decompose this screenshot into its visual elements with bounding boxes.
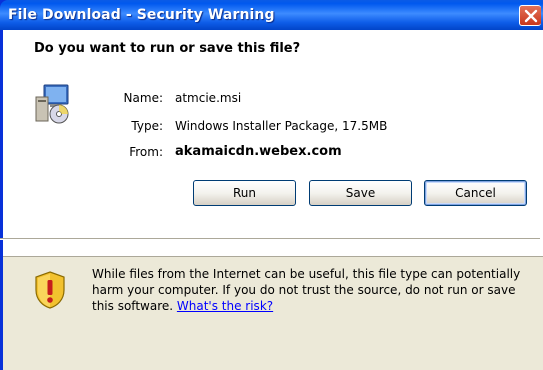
type-value: Windows Installer Package, 17.5MB xyxy=(175,119,388,133)
name-value: atmcie.msi xyxy=(175,91,242,105)
title-bar[interactable]: File Download - Security Warning xyxy=(0,0,543,30)
name-label: Name: xyxy=(123,91,163,105)
window-title: File Download - Security Warning xyxy=(8,7,275,23)
shield-warning-icon xyxy=(33,270,67,313)
run-button[interactable]: Run xyxy=(193,180,296,206)
installer-package-icon xyxy=(34,83,72,128)
from-value: akamaicdn.webex.com xyxy=(175,144,342,159)
whats-the-risk-link[interactable]: What's the risk? xyxy=(177,299,273,313)
close-button[interactable] xyxy=(519,5,541,26)
dialog-question: Do you want to run or save this file? xyxy=(34,41,301,56)
type-label: Type: xyxy=(131,119,163,133)
save-button[interactable]: Save xyxy=(309,180,412,206)
from-label: From: xyxy=(129,145,163,159)
section-divider-highlight xyxy=(0,239,540,240)
cancel-button[interactable]: Cancel xyxy=(424,180,527,206)
warning-message: While files from the Internet can be use… xyxy=(92,266,538,314)
warning-text: While files from the Internet can be use… xyxy=(92,267,521,313)
